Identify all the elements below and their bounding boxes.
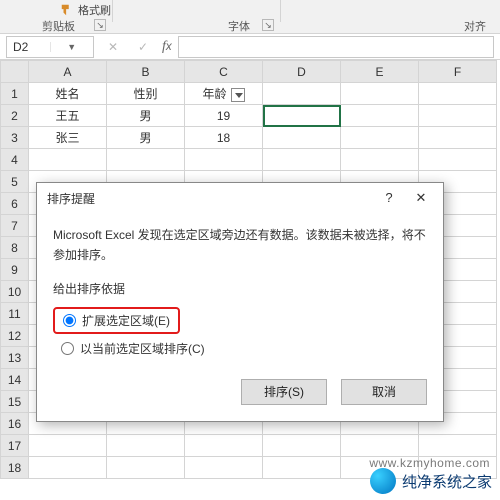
cell-B18[interactable]: [107, 457, 185, 479]
clipboard-dialog-launcher[interactable]: ↘: [94, 19, 106, 31]
chevron-down-icon[interactable]: ▼: [50, 42, 94, 52]
row-header-10[interactable]: 10: [1, 281, 29, 303]
row-header-15[interactable]: 15: [1, 391, 29, 413]
sort-button[interactable]: 排序(S): [241, 379, 327, 405]
row-header-7[interactable]: 7: [1, 215, 29, 237]
row-header-2[interactable]: 2: [1, 105, 29, 127]
row-header-13[interactable]: 13: [1, 347, 29, 369]
dialog-message: Microsoft Excel 发现在选定区域旁边还有数据。该数据未被选择，将不…: [53, 225, 427, 266]
col-header-F[interactable]: F: [419, 61, 497, 83]
radio-expand-input[interactable]: [63, 314, 76, 327]
dialog-titlebar[interactable]: 排序提醒 ? ✕: [37, 183, 443, 213]
cell-C1[interactable]: 年龄: [185, 83, 263, 105]
cell-D4[interactable]: [263, 149, 341, 171]
row-header-12[interactable]: 12: [1, 325, 29, 347]
cell-C17[interactable]: [185, 435, 263, 457]
name-box-value: D2: [7, 40, 50, 54]
cell-C18[interactable]: [185, 457, 263, 479]
radio-expand-label: 扩展选定区域(E): [82, 312, 170, 329]
cell-D1[interactable]: [263, 83, 341, 105]
cell-F1[interactable]: [419, 83, 497, 105]
col-header-C[interactable]: C: [185, 61, 263, 83]
col-header-D[interactable]: D: [263, 61, 341, 83]
cell-B2[interactable]: 男: [107, 105, 185, 127]
cell-F2[interactable]: [419, 105, 497, 127]
radio-expand-selection[interactable]: 扩展选定区域(E): [63, 312, 170, 329]
cell-E3[interactable]: [341, 127, 419, 149]
cell-A3[interactable]: 张三: [29, 127, 107, 149]
watermark: 纯净系统之家: [370, 468, 492, 494]
cell-A2[interactable]: 王五: [29, 105, 107, 127]
cell-E17[interactable]: [341, 435, 419, 457]
paintbrush-icon: [60, 3, 74, 17]
logo-icon: [370, 468, 396, 494]
cell-F4[interactable]: [419, 149, 497, 171]
select-all-corner[interactable]: [1, 61, 29, 83]
ribbon: 格式刷 剪贴板 ↘ 字体 ↘ 对齐: [0, 0, 500, 34]
cell-C4[interactable]: [185, 149, 263, 171]
enter-formula-icon: ✓: [132, 40, 154, 54]
cell-D2[interactable]: [263, 105, 341, 127]
row-header-5[interactable]: 5: [1, 171, 29, 193]
sort-warning-dialog: 排序提醒 ? ✕ Microsoft Excel 发现在选定区域旁边还有数据。该…: [36, 182, 444, 422]
cell-C2[interactable]: 19: [185, 105, 263, 127]
cell-A1[interactable]: 姓名: [29, 83, 107, 105]
radio-group-label: 给出排序依据: [53, 280, 427, 297]
cell-D3[interactable]: [263, 127, 341, 149]
row-header-9[interactable]: 9: [1, 259, 29, 281]
cell-E2[interactable]: [341, 105, 419, 127]
cell-A4[interactable]: [29, 149, 107, 171]
cancel-formula-icon: ✕: [102, 40, 124, 54]
cell-E4[interactable]: [341, 149, 419, 171]
close-button[interactable]: ✕: [405, 187, 437, 209]
cell-A18[interactable]: [29, 457, 107, 479]
cell-B4[interactable]: [107, 149, 185, 171]
row-header-1[interactable]: 1: [1, 83, 29, 105]
row-header-11[interactable]: 11: [1, 303, 29, 325]
fx-icon[interactable]: fx: [162, 39, 172, 55]
ribbon-group-clipboard: 剪贴板: [42, 18, 75, 34]
col-header-B[interactable]: B: [107, 61, 185, 83]
row-header-18[interactable]: 18: [1, 457, 29, 479]
formula-bar[interactable]: [178, 36, 494, 58]
cell-D18[interactable]: [263, 457, 341, 479]
row-header-4[interactable]: 4: [1, 149, 29, 171]
dialog-title: 排序提醒: [47, 190, 373, 207]
ribbon-group-font: 字体: [228, 18, 250, 34]
name-box[interactable]: D2 ▼: [6, 36, 94, 58]
cell-B1[interactable]: 性别: [107, 83, 185, 105]
col-header-E[interactable]: E: [341, 61, 419, 83]
row-header-14[interactable]: 14: [1, 369, 29, 391]
format-painter-label: 格式刷: [78, 2, 111, 18]
radio-current-label: 以当前选定区域排序(C): [80, 340, 205, 357]
cell-F3[interactable]: [419, 127, 497, 149]
cell-D17[interactable]: [263, 435, 341, 457]
cell-E1[interactable]: [341, 83, 419, 105]
watermark-text: 纯净系统之家: [402, 471, 492, 492]
cell-B3[interactable]: 男: [107, 127, 185, 149]
radio-current-input[interactable]: [61, 342, 74, 355]
row-header-16[interactable]: 16: [1, 413, 29, 435]
cell-F17[interactable]: [419, 435, 497, 457]
cancel-button[interactable]: 取消: [341, 379, 427, 405]
row-header-3[interactable]: 3: [1, 127, 29, 149]
ribbon-group-align: 对齐: [464, 18, 486, 34]
help-button[interactable]: ?: [373, 187, 405, 209]
highlight-annotation: 扩展选定区域(E): [53, 307, 180, 334]
format-painter-button[interactable]: 格式刷: [60, 2, 111, 18]
row-header-6[interactable]: 6: [1, 193, 29, 215]
font-dialog-launcher[interactable]: ↘: [262, 19, 274, 31]
radio-current-selection[interactable]: 以当前选定区域排序(C): [61, 340, 427, 357]
filter-icon[interactable]: [231, 88, 245, 102]
cell-B17[interactable]: [107, 435, 185, 457]
row-header-8[interactable]: 8: [1, 237, 29, 259]
cell-A17[interactable]: [29, 435, 107, 457]
cell-C3[interactable]: 18: [185, 127, 263, 149]
col-header-A[interactable]: A: [29, 61, 107, 83]
row-header-17[interactable]: 17: [1, 435, 29, 457]
namebox-row: D2 ▼ ✕ ✓ fx: [0, 34, 500, 60]
